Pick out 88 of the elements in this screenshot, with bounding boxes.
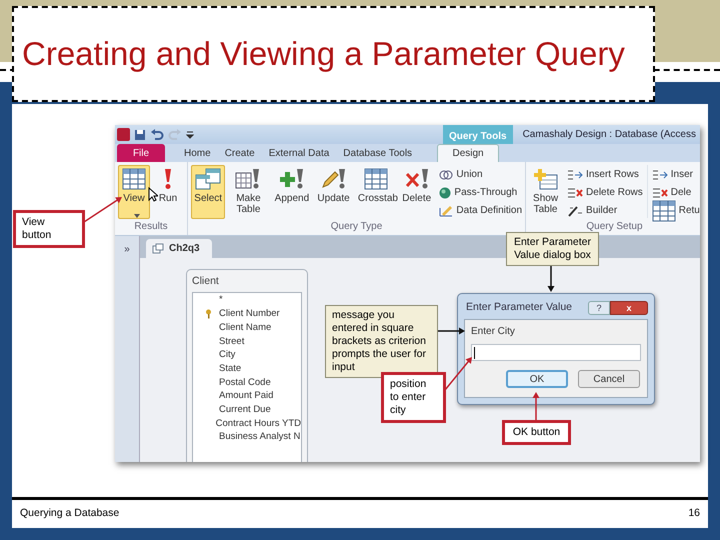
arrow — [84, 197, 122, 223]
circles-icon — [439, 170, 454, 180]
ribbon-button[interactable]: View — [118, 165, 150, 219]
field-name[interactable]: Amount Paid — [219, 389, 274, 404]
arrow — [532, 392, 540, 420]
arrow — [548, 265, 554, 292]
ribbon-button[interactable]: Select — [191, 165, 226, 219]
customize-icon[interactable] — [186, 128, 194, 140]
field-name[interactable]: Postal Code — [219, 376, 271, 390]
dialog-button[interactable]: Cancel — [578, 370, 640, 388]
footer-text: Querying a Database — [20, 506, 120, 522]
field-name[interactable]: Business Analyst N — [219, 430, 300, 445]
globe-icon — [439, 186, 452, 198]
parameter-input[interactable] — [471, 344, 641, 361]
app-logo-icon — [117, 128, 130, 141]
insert-rows-icon — [567, 168, 584, 180]
group-label: Results — [133, 220, 169, 234]
mouse-pointer-icon — [148, 187, 158, 202]
delete-rows-icon — [567, 186, 584, 198]
pencil-ruler-icon — [439, 204, 454, 216]
window-title: Camashaly Design : Database (Access — [522, 128, 697, 142]
callout-box: position to enter city — [381, 372, 446, 423]
datasheet-icon — [122, 168, 146, 190]
arrow — [444, 357, 472, 390]
nav-pane-toggle[interactable]: » — [124, 242, 130, 256]
exclamation-icon — [163, 168, 173, 190]
ribbon-small-button[interactable]: Insert Rows — [567, 167, 643, 182]
x-exclamation-icon — [404, 168, 430, 190]
field-name[interactable]: Client Name — [219, 320, 272, 336]
ribbon-tab[interactable]: Home — [177, 144, 218, 162]
ribbon-button[interactable]: Update — [314, 165, 353, 219]
ribbon-tab[interactable]: Design — [437, 144, 500, 162]
save-icon[interactable] — [134, 128, 146, 140]
ribbon-tab[interactable]: External Data — [262, 144, 336, 162]
undo-icon[interactable] — [150, 128, 164, 140]
ribbon-tab[interactable]: File — [117, 144, 165, 162]
delete-icon — [652, 186, 668, 198]
ribbon-button[interactable]: Run — [152, 165, 184, 219]
slide-title: Creating and Viewing a Parameter Query — [22, 34, 625, 74]
field-name[interactable]: Contract Hours YTD — [216, 416, 301, 431]
return-icon — [652, 200, 676, 222]
group-label: Query Type — [330, 220, 384, 234]
ribbon-button[interactable]: Append — [272, 165, 312, 219]
ribbon-small-button[interactable]: Retu — [652, 203, 700, 218]
ribbon-small-button[interactable]: Delete Rows — [567, 185, 643, 200]
group-label: Query Setup — [585, 220, 644, 234]
grid-icon — [364, 168, 388, 190]
ribbon-button[interactable]: Crosstab — [354, 165, 397, 219]
dialog-title: Enter Parameter Value — [465, 300, 574, 316]
dropdown-caret-icon — [134, 214, 140, 218]
ribbon-button[interactable]: Show Table — [529, 165, 562, 219]
arrow — [437, 328, 465, 334]
document-tab[interactable]: Ch2q3 — [146, 239, 212, 258]
query-icon — [152, 243, 164, 254]
wand-icon — [567, 204, 584, 216]
contextual-tab-label: Query Tools — [442, 125, 513, 144]
field-name[interactable]: Street — [219, 334, 244, 349]
plus-exclamation-icon — [278, 168, 305, 190]
callout-box: Enter Parameter Value dialog box — [506, 232, 599, 266]
callout-box: View button — [13, 210, 85, 248]
table-name: Client — [192, 274, 220, 289]
ribbon-small-button[interactable]: Dele — [652, 185, 700, 200]
field-name[interactable]: Current Due — [219, 402, 271, 418]
pencil-exclamation-icon — [320, 168, 347, 190]
ribbon-tab[interactable]: Database Tools — [336, 144, 420, 162]
ribbon-small-button[interactable]: Data Definition — [439, 203, 522, 218]
ribbon-small-button[interactable]: Inser — [652, 167, 700, 182]
callout-box: message you entered in square brackets as criterion prompts the user for input — [325, 305, 438, 378]
table-exclamation-icon — [235, 168, 262, 190]
close-button[interactable]: x — [610, 301, 648, 315]
ribbon-button[interactable]: Make Table — [227, 165, 270, 219]
tables-icon — [195, 168, 222, 190]
prompt-label: Enter City — [471, 325, 516, 339]
page-number: 16 — [688, 506, 700, 522]
field-name[interactable]: City — [219, 348, 236, 362]
field-name[interactable]: * — [219, 293, 223, 308]
field-name[interactable]: State — [219, 362, 242, 376]
ribbon-button[interactable]: Delete — [399, 165, 434, 219]
insert-icon — [652, 168, 668, 180]
ribbon-small-button[interactable]: Union — [439, 167, 522, 182]
ribbon-small-button[interactable]: Pass-Through — [439, 185, 522, 200]
dialog-button[interactable]: OK — [506, 370, 568, 388]
callout-box: OK button — [502, 420, 571, 445]
ribbon-small-button[interactable]: Builder — [567, 203, 643, 218]
help-button[interactable]: ? — [588, 301, 610, 315]
table-plus-icon — [534, 168, 558, 190]
field-name[interactable]: Client Number — [219, 307, 280, 322]
ribbon-tab[interactable]: Create — [218, 144, 262, 162]
